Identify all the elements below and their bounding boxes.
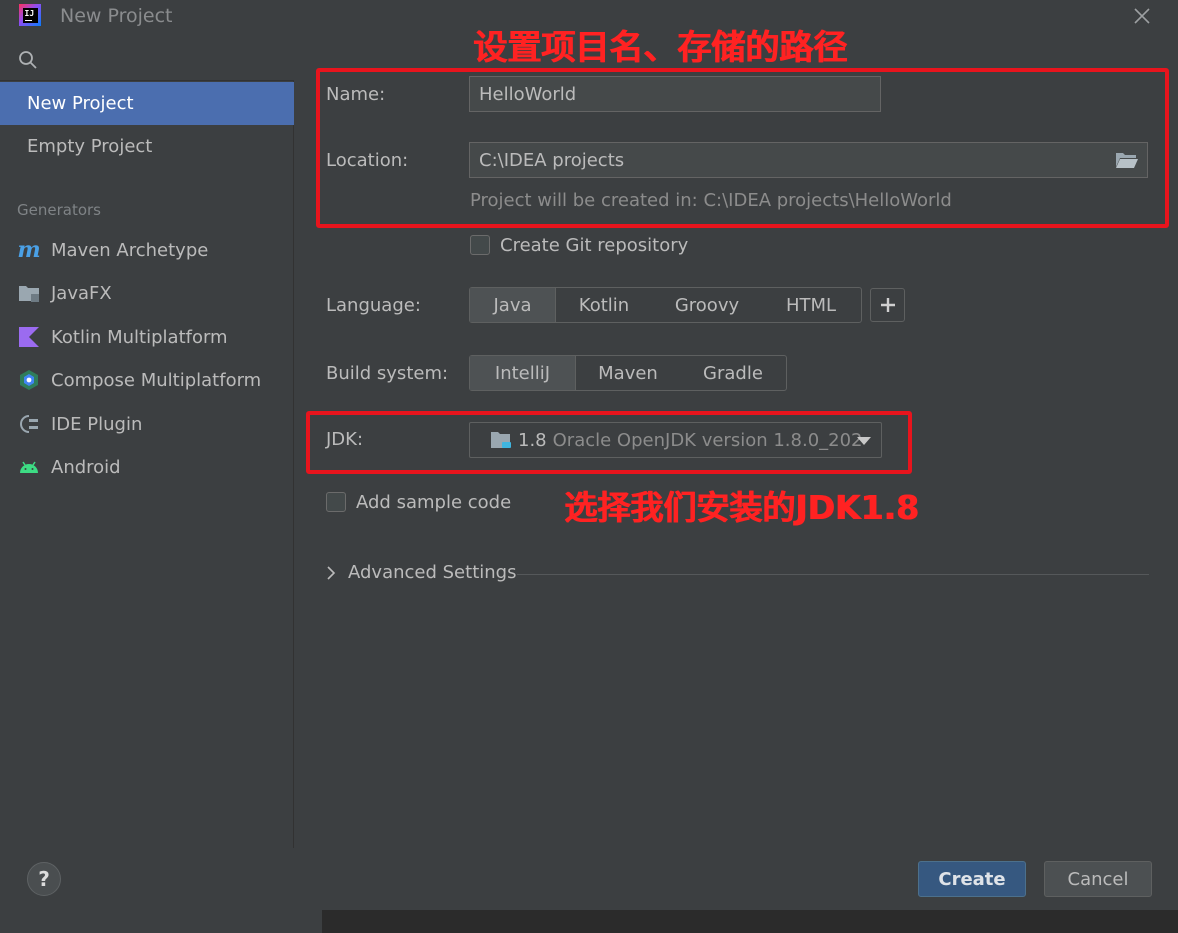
generator-label: IDE Plugin <box>51 413 143 435</box>
bottom-strip <box>0 910 1178 933</box>
language-option-html[interactable]: HTML <box>762 288 860 322</box>
generator-compose-multiplatform[interactable]: Compose Multiplatform <box>0 360 294 400</box>
sidebar-item-empty-project[interactable]: Empty Project <box>0 125 294 168</box>
build-option-intellij[interactable]: IntelliJ <box>470 356 576 390</box>
jdk-highlight <box>306 411 912 474</box>
window-title: New Project <box>60 5 173 27</box>
help-button[interactable]: ? <box>27 862 61 896</box>
language-option-kotlin[interactable]: Kotlin <box>556 288 652 322</box>
create-button[interactable]: Create <box>918 861 1026 897</box>
sidebar-search[interactable] <box>0 36 294 81</box>
git-checkbox[interactable] <box>470 235 490 255</box>
generator-maven-archetype[interactable]: m Maven Archetype <box>0 230 294 270</box>
language-option-groovy[interactable]: Groovy <box>652 288 762 322</box>
generator-label: Android <box>51 456 121 478</box>
advanced-settings-toggle[interactable]: Advanced Settings <box>326 562 516 583</box>
sidebar-item-label: New Project <box>27 93 134 114</box>
maven-icon: m <box>17 237 41 263</box>
sidebar-item-label: Empty Project <box>27 136 153 157</box>
kotlin-icon <box>18 326 40 348</box>
build-system-selector: IntelliJ Maven Gradle <box>469 355 787 391</box>
add-language-button[interactable] <box>870 288 905 322</box>
generator-kotlin-multiplatform[interactable]: Kotlin Multiplatform <box>0 317 294 357</box>
git-checkbox-label[interactable]: Create Git repository <box>500 235 688 256</box>
search-icon <box>19 51 37 69</box>
bottom-strip-left <box>0 910 322 933</box>
sample-code-checkbox[interactable] <box>326 492 346 512</box>
cancel-button[interactable]: Cancel <box>1044 861 1152 897</box>
name-location-highlight <box>316 68 1169 228</box>
build-option-maven[interactable]: Maven <box>576 356 680 390</box>
intellij-logo-icon: IJ <box>19 4 41 26</box>
sidebar-item-new-project[interactable]: New Project <box>0 82 294 125</box>
language-selector: Java Kotlin Groovy HTML <box>469 287 862 323</box>
chevron-right-icon <box>327 565 336 580</box>
plugin-icon <box>18 413 40 435</box>
generator-android[interactable]: Android <box>0 447 294 487</box>
close-icon[interactable] <box>1128 2 1156 30</box>
language-label: Language: <box>326 295 421 316</box>
plus-icon <box>880 298 895 312</box>
generators-heading: Generators <box>17 201 101 219</box>
generator-ide-plugin[interactable]: IDE Plugin <box>0 404 294 444</box>
generator-label: Maven Archetype <box>51 239 209 261</box>
android-icon <box>18 456 40 478</box>
advanced-divider <box>517 574 1149 575</box>
generator-label: Kotlin Multiplatform <box>51 326 228 348</box>
annotation-jdk-note: 选择我们安装的JDK1.8 <box>564 488 919 527</box>
generator-label: JavaFX <box>51 282 112 304</box>
javafx-icon <box>18 282 40 304</box>
sample-code-label[interactable]: Add sample code <box>356 492 511 513</box>
annotation-top-note: 设置项目名、存储的路径 <box>473 28 847 68</box>
language-option-java[interactable]: Java <box>470 288 556 322</box>
sidebar: New Project Empty Project Generators m M… <box>0 36 294 848</box>
build-system-label: Build system: <box>326 363 449 384</box>
generator-javafx[interactable]: JavaFX <box>0 273 294 313</box>
compose-icon <box>18 369 40 391</box>
advanced-settings-label: Advanced Settings <box>348 562 517 583</box>
build-option-gradle[interactable]: Gradle <box>680 356 786 390</box>
generator-label: Compose Multiplatform <box>51 369 262 391</box>
dialog-footer: ? Create Cancel <box>0 848 1178 910</box>
